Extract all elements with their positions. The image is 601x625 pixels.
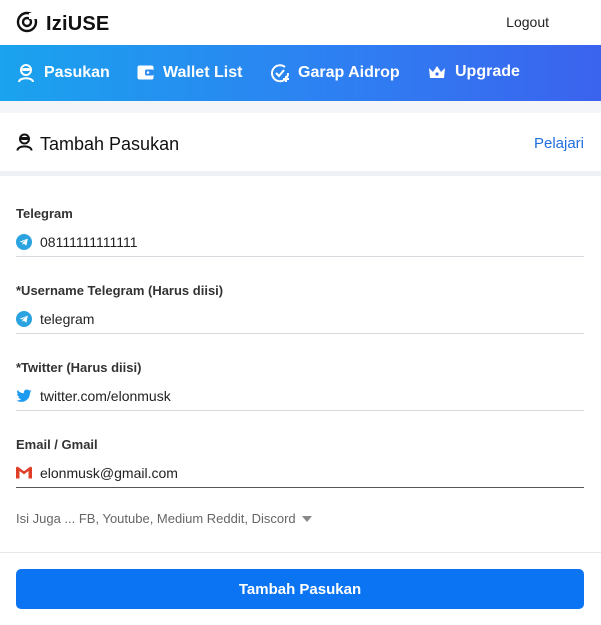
username-field[interactable] [16, 304, 584, 334]
app-logo[interactable]: IziUSE [16, 11, 109, 38]
telegram-field[interactable] [16, 227, 584, 257]
nav-label: Garap Aidrop [298, 64, 400, 81]
caret-down-icon [301, 515, 312, 522]
logout-link[interactable]: Logout [506, 14, 549, 30]
section-gap [0, 171, 601, 176]
nav-label: Upgrade [455, 63, 520, 80]
nav-label: Pasukan [44, 64, 110, 81]
gmail-icon [16, 465, 32, 481]
nav-item-wallet-list[interactable]: Wallet List [136, 63, 242, 82]
twitter-icon [16, 388, 32, 404]
app-title: IziUSE [46, 13, 110, 35]
twitter-field[interactable] [16, 381, 584, 411]
telegram-icon [16, 310, 32, 327]
more-socials-toggle[interactable]: Isi Juga ... FB, Youtube, Medium Reddit,… [16, 511, 312, 526]
twitter-input[interactable] [40, 387, 560, 404]
wallet-icon [136, 63, 155, 82]
nav-item-pasukan[interactable]: Pasukan [16, 63, 110, 83]
telegram-icon [16, 233, 32, 250]
page-title-text: Tambah Pasukan [40, 134, 180, 154]
username-input[interactable] [40, 310, 560, 327]
nav-item-garap-aidrop[interactable]: Garap Aidrop [270, 63, 400, 83]
logo-icon [16, 11, 38, 38]
email-field[interactable] [16, 458, 584, 488]
page-title: Tambah Pasukan [16, 133, 179, 156]
username-label: *Username Telegram (Harus diisi) [16, 283, 224, 298]
email-input[interactable] [40, 464, 560, 481]
user-badge-icon [16, 63, 36, 83]
nav-label: Wallet List [163, 63, 243, 81]
crown-icon [427, 63, 447, 81]
add-pasukan-button[interactable]: Tambah Pasukan [16, 569, 584, 609]
email-label: Email / Gmail [16, 437, 98, 452]
telegram-label: Telegram [16, 206, 73, 221]
more-socials-label: Isi Juga ... FB, Youtube, Medium Reddit,… [16, 511, 296, 526]
nav-item-upgrade[interactable]: Upgrade [427, 63, 520, 81]
footer-divider [0, 552, 601, 553]
section-gap [0, 101, 601, 113]
twitter-label: *Twitter (Harus diisi) [16, 360, 142, 375]
learn-link[interactable]: Pelajari [534, 135, 584, 152]
page-header: Tambah Pasukan Pelajari [0, 113, 601, 171]
main-nav: Pasukan Wallet List Garap Aidrop Upgrade [0, 45, 601, 101]
soldier-icon [16, 133, 33, 156]
top-bar: IziUSE Logout [0, 0, 601, 45]
telegram-input[interactable] [40, 233, 560, 250]
check-plus-icon [270, 63, 290, 83]
